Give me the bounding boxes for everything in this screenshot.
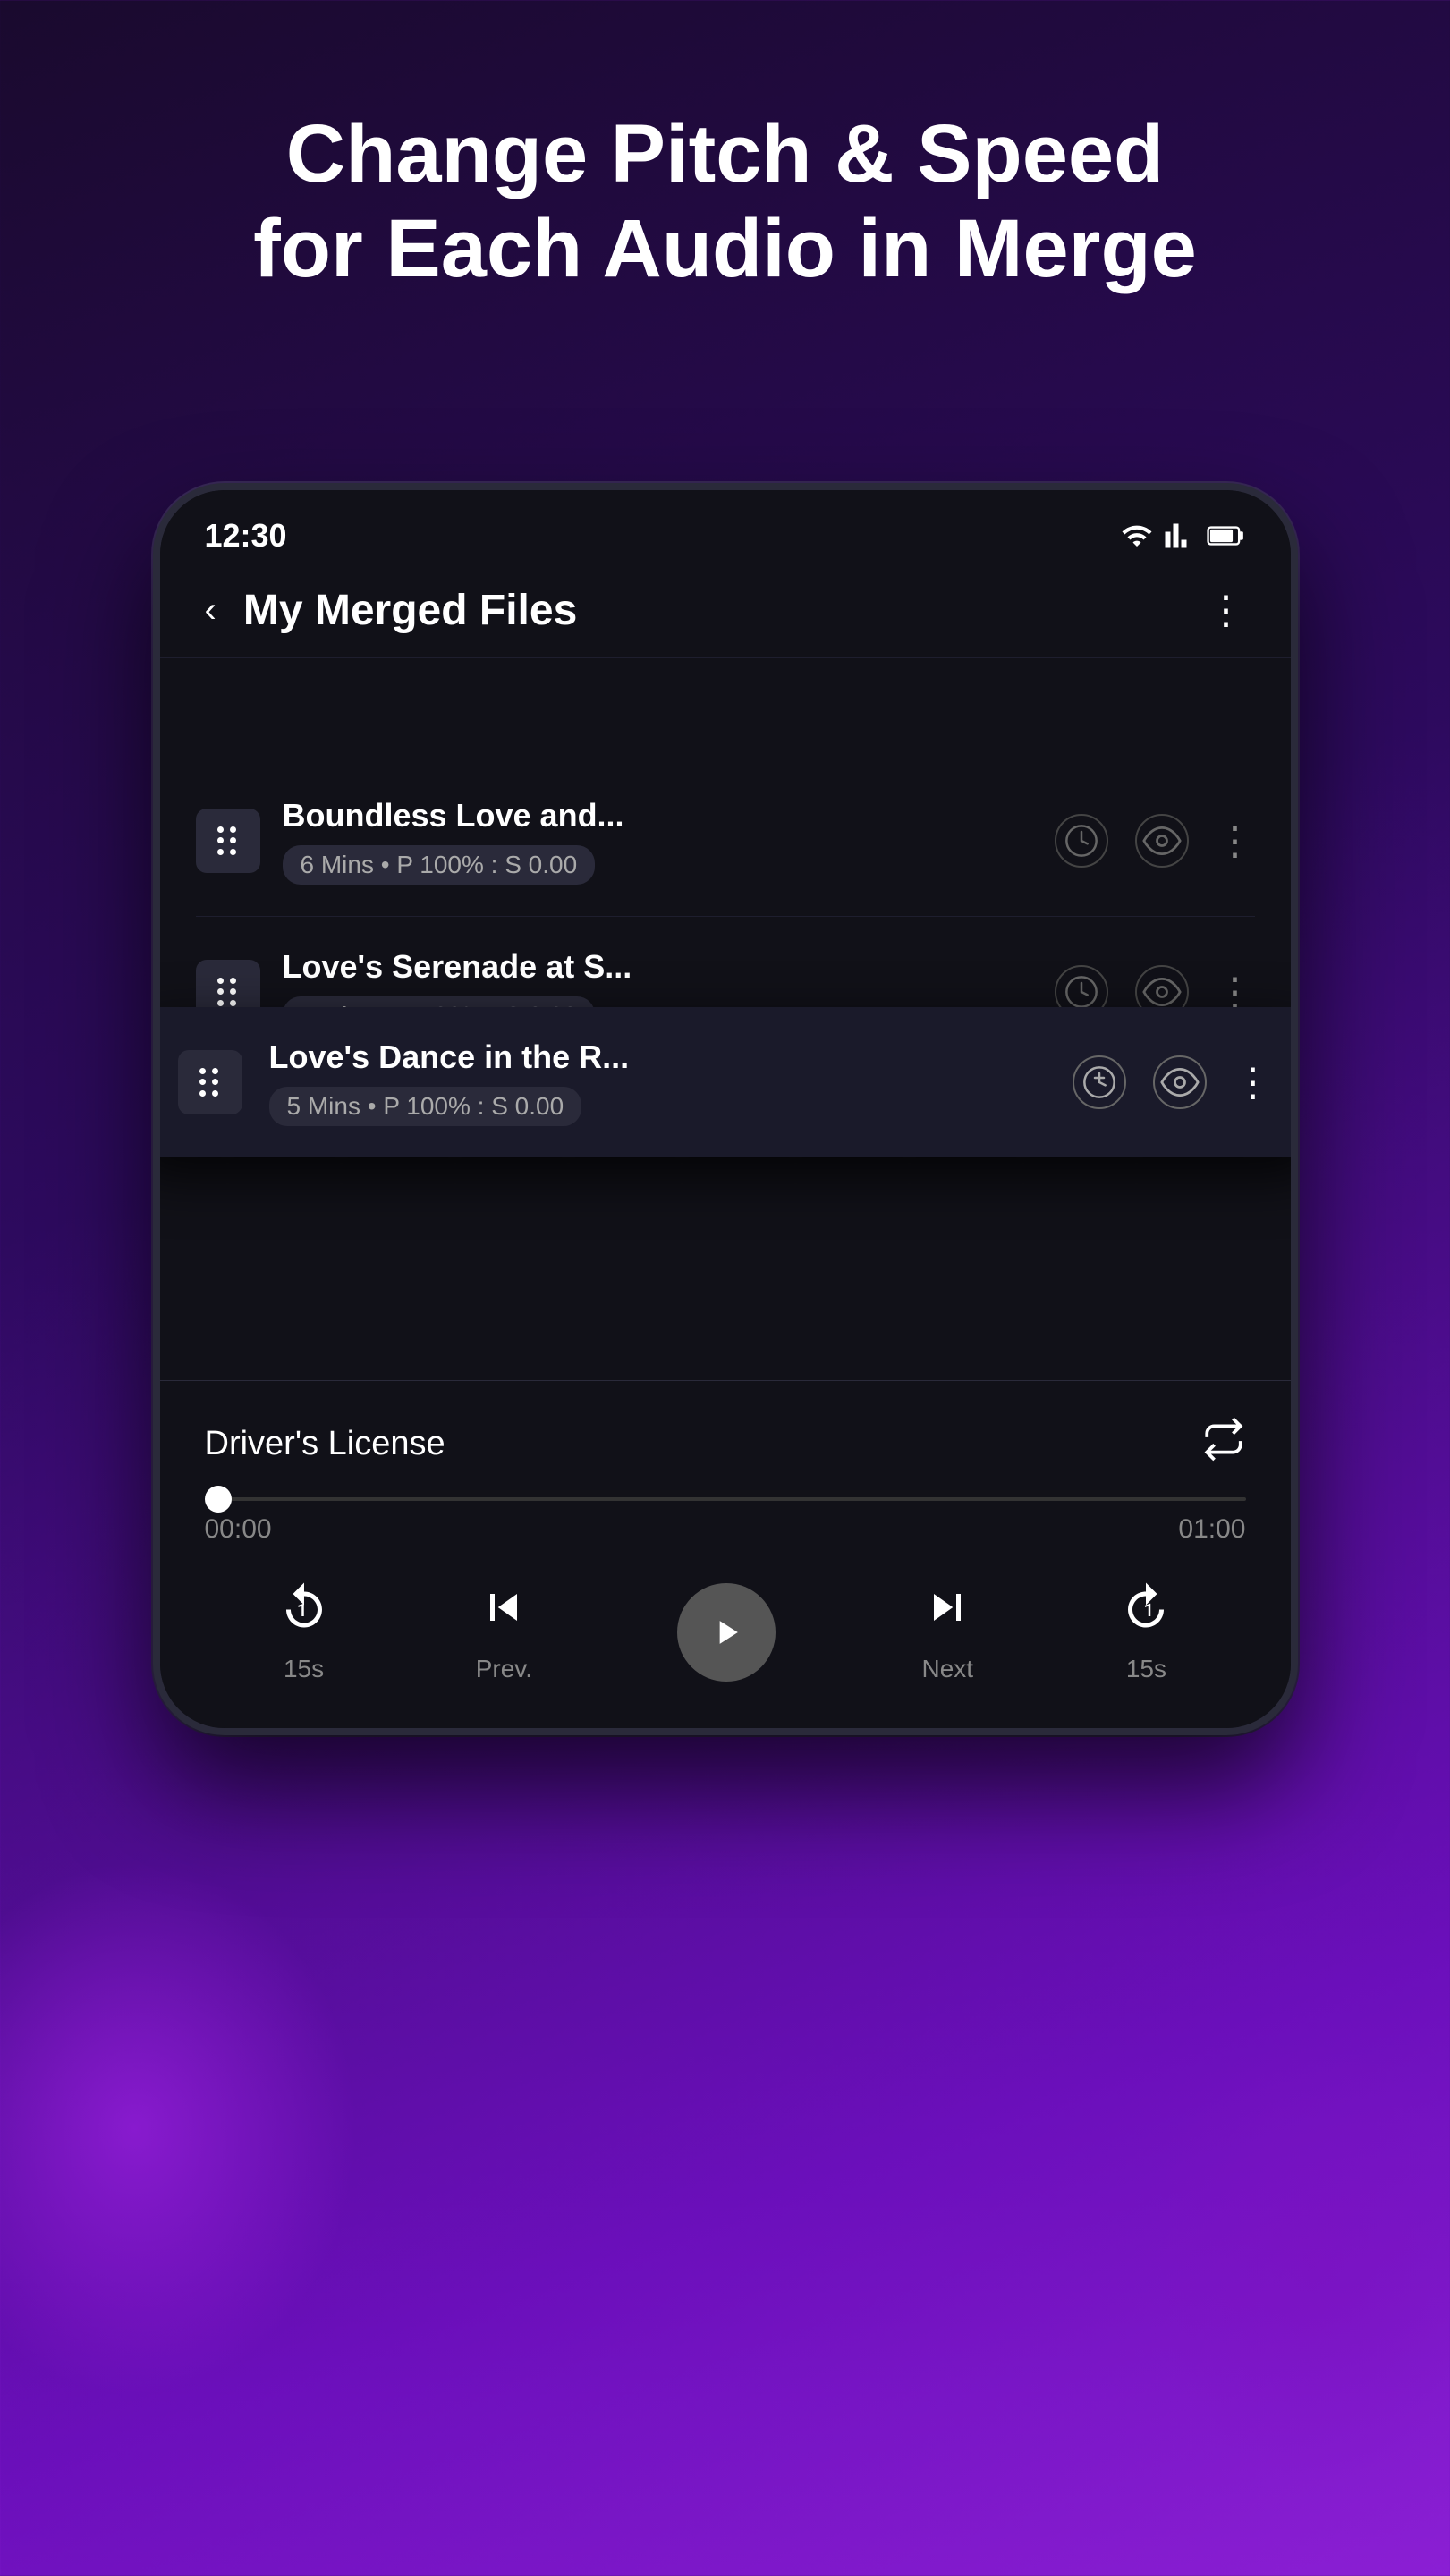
audio-item-title: Love's Serenade at S... bbox=[283, 948, 1032, 986]
forward-control: 15s bbox=[1119, 1580, 1173, 1683]
drag-dots-icon bbox=[217, 826, 239, 855]
back-button[interactable]: ‹ bbox=[205, 590, 216, 631]
header-more-button[interactable]: ⋮ bbox=[1207, 588, 1246, 633]
hero-subtitle: for Each Audio in Merge bbox=[72, 202, 1378, 297]
time-labels: 00:00 01:00 bbox=[205, 1514, 1246, 1545]
forward-button[interactable] bbox=[1119, 1580, 1173, 1646]
page-title: My Merged Files bbox=[243, 586, 577, 635]
audio-item-title: Boundless Love and... bbox=[283, 797, 1032, 835]
header-left: ‹ My Merged Files bbox=[205, 586, 578, 635]
drag-handle[interactable] bbox=[178, 1050, 242, 1114]
highlighted-audio-item: Love's Dance in the R... 5 Mins • P 100%… bbox=[153, 1007, 1298, 1157]
status-time: 12:30 bbox=[205, 517, 287, 555]
pitch-speed-button[interactable] bbox=[1055, 814, 1108, 868]
audio-item-info: Boundless Love and... 6 Mins • P 100% : … bbox=[283, 797, 1032, 885]
play-control bbox=[677, 1583, 776, 1682]
preview-button[interactable] bbox=[1135, 814, 1189, 868]
hero-title: Change Pitch & Speed bbox=[72, 107, 1378, 202]
current-time: 00:00 bbox=[205, 1514, 272, 1545]
prev-control: Prev. bbox=[476, 1580, 532, 1683]
item-more-button[interactable]: ⋮ bbox=[1234, 1060, 1273, 1106]
forward-label: 15s bbox=[1126, 1655, 1166, 1683]
player-controls: 15s Prev. bbox=[205, 1580, 1246, 1683]
total-time: 01:00 bbox=[1178, 1514, 1245, 1545]
audio-list-item: Boundless Love and... 6 Mins • P 100% : … bbox=[196, 766, 1255, 917]
audio-item-meta: 5 Mins • P 100% : S 0.00 bbox=[269, 1087, 582, 1126]
player-track-title: Driver's License bbox=[205, 1425, 445, 1463]
item-more-button[interactable]: ⋮ bbox=[1216, 818, 1255, 864]
audio-item-actions: ⋮ bbox=[1055, 814, 1255, 868]
phone-frame: 12:30 ‹ My bbox=[153, 483, 1298, 1735]
pitch-speed-button[interactable] bbox=[1073, 1055, 1126, 1109]
audio-item-title: Love's Dance in the R... bbox=[269, 1038, 1046, 1076]
rewind-button[interactable] bbox=[277, 1580, 331, 1646]
player-section: Driver's License 00:00 bbox=[160, 1380, 1291, 1728]
player-header: Driver's License bbox=[205, 1417, 1246, 1470]
progress-thumb[interactable] bbox=[205, 1486, 232, 1513]
audio-item-meta: 6 Mins • P 100% : S 0.00 bbox=[283, 845, 596, 885]
drag-dots-icon bbox=[199, 1068, 221, 1097]
rewind-label: 15s bbox=[284, 1655, 324, 1683]
loop-icon[interactable] bbox=[1201, 1417, 1246, 1470]
wifi-icon bbox=[1121, 520, 1153, 552]
audio-item-info: Love's Dance in the R... 5 Mins • P 100%… bbox=[269, 1038, 1046, 1126]
preview-button[interactable] bbox=[1153, 1055, 1207, 1109]
play-button[interactable] bbox=[677, 1583, 776, 1682]
app-header: ‹ My Merged Files ⋮ bbox=[160, 568, 1291, 658]
status-bar: 12:30 bbox=[160, 490, 1291, 568]
hero-text: Change Pitch & Speed for Each Audio in M… bbox=[0, 107, 1450, 297]
progress-bar bbox=[205, 1497, 1246, 1501]
rewind-control: 15s bbox=[277, 1580, 331, 1683]
next-button[interactable] bbox=[920, 1580, 974, 1646]
battery-icon bbox=[1207, 520, 1246, 552]
drag-handle[interactable] bbox=[196, 809, 260, 873]
progress-bar-container[interactable] bbox=[205, 1497, 1246, 1501]
prev-button[interactable] bbox=[477, 1580, 530, 1646]
next-control: Next bbox=[920, 1580, 974, 1683]
audio-item-actions: ⋮ bbox=[1073, 1055, 1273, 1109]
next-label: Next bbox=[921, 1655, 973, 1683]
phone-mockup: 12:30 ‹ My bbox=[153, 483, 1298, 1735]
status-icons bbox=[1121, 520, 1246, 552]
signal-icon bbox=[1164, 520, 1196, 552]
drag-dots-icon bbox=[217, 978, 239, 1006]
prev-label: Prev. bbox=[476, 1655, 532, 1683]
